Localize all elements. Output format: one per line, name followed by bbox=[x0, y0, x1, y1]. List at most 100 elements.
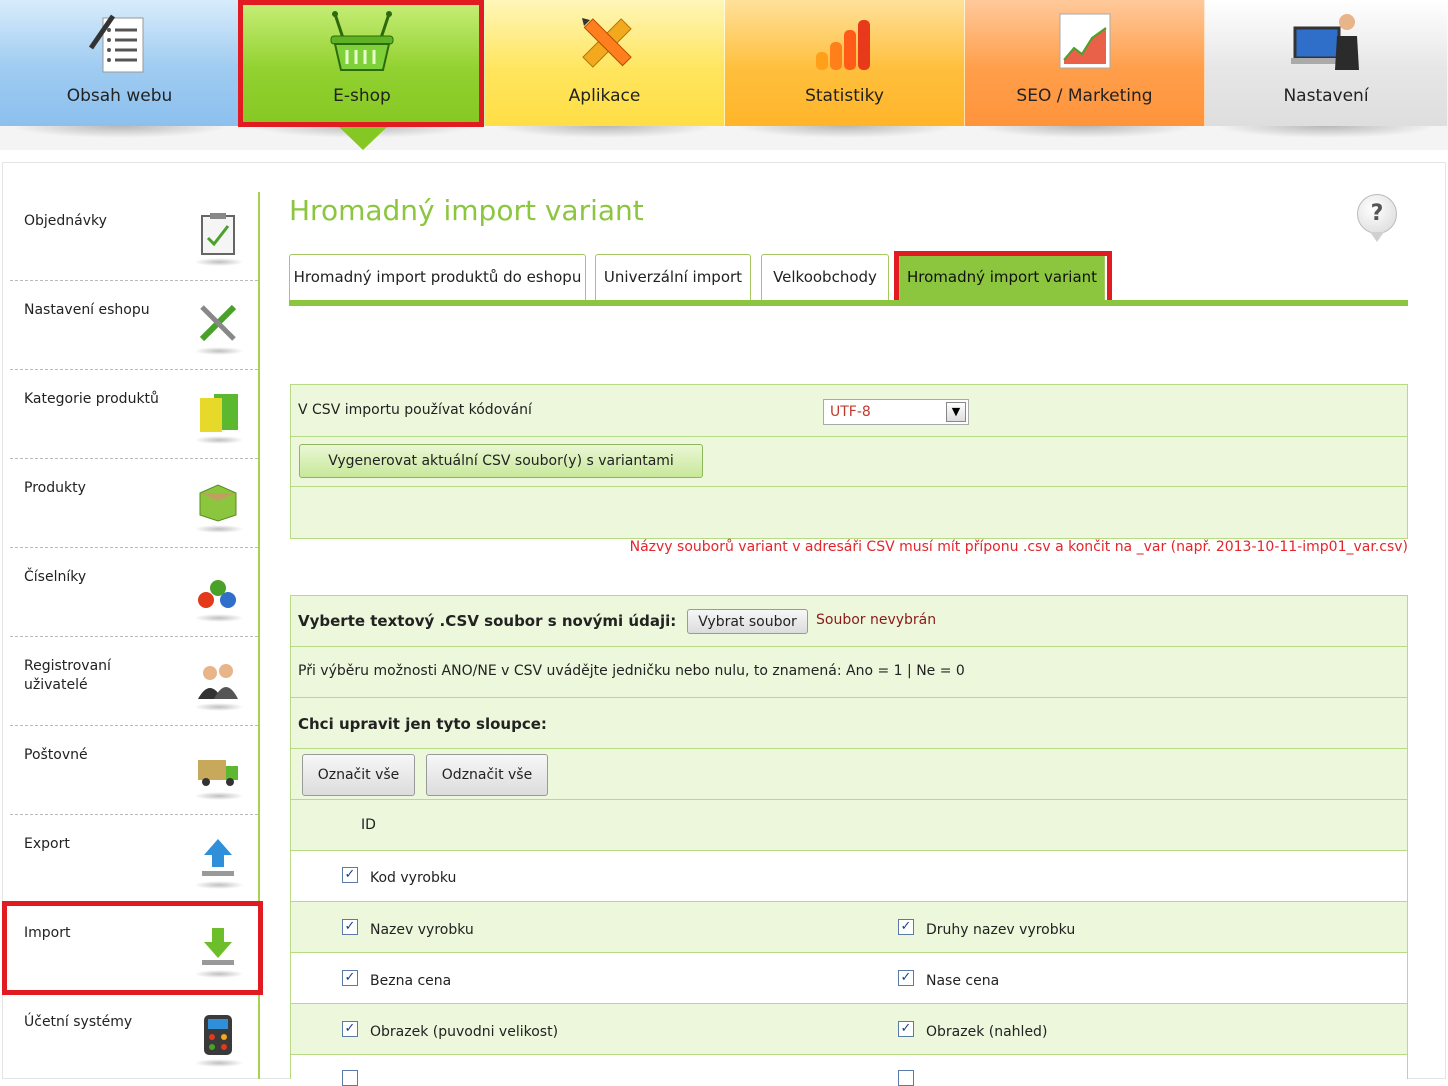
nav-aplikace[interactable]: Aplikace bbox=[485, 0, 725, 138]
nav-obsah-webu[interactable]: Obsah webu bbox=[0, 0, 240, 138]
id-label: ID bbox=[361, 817, 376, 833]
pencil-ruler-icon bbox=[581, 18, 632, 68]
encoding-select[interactable]: UTF-8 ▼ bbox=[823, 399, 969, 425]
truck-icon bbox=[198, 760, 238, 786]
help-icon-tail bbox=[1370, 232, 1384, 242]
chevron-down-icon: ▼ bbox=[946, 402, 966, 422]
icon-shadow bbox=[194, 347, 244, 355]
help-icon[interactable]: ? bbox=[1357, 194, 1397, 234]
shopping-basket-icon bbox=[330, 11, 394, 71]
nav-label: E-shop bbox=[333, 86, 391, 106]
active-nav-arrow bbox=[338, 126, 388, 150]
sidebar-item-label: Import bbox=[24, 925, 71, 941]
icon-shadow bbox=[194, 1059, 244, 1067]
sidebar-item-label: Produkty bbox=[24, 480, 86, 496]
seo-chart-icon bbox=[1059, 13, 1110, 69]
file-status: Soubor nevybrán bbox=[816, 612, 937, 628]
checkbox-kod-vyrobku[interactable]: ✓ bbox=[342, 867, 358, 883]
encoding-value: UTF-8 bbox=[830, 404, 871, 420]
sidebar-item-label: Export bbox=[24, 836, 70, 852]
file-label: Vyberte textový .CSV soubor s novými úda… bbox=[298, 612, 677, 630]
column-row: ✓ Kod vyrobku bbox=[291, 851, 1407, 902]
deselect-all-button[interactable]: Odznačit vše bbox=[426, 754, 548, 796]
sidebar-item-export[interactable]: Export bbox=[10, 815, 258, 904]
checkbox-nazev-vyrobku[interactable]: ✓ bbox=[342, 919, 358, 935]
yesno-hint: Při výběru možnosti ANO/NE v CSV uvádějt… bbox=[298, 663, 965, 679]
tab-univerzalni-import[interactable]: Univerzální import bbox=[595, 254, 751, 300]
column-label: Nazev vyrobku bbox=[370, 922, 474, 938]
select-all-button[interactable]: Označit vše bbox=[302, 754, 415, 796]
checkbox-druhy-nazev[interactable]: ✓ bbox=[898, 919, 914, 935]
icon-shadow bbox=[194, 525, 244, 533]
nav-label: Nastavení bbox=[1283, 86, 1369, 106]
page-title: Hromadný import variant bbox=[289, 194, 644, 227]
nav-shadow bbox=[495, 126, 714, 138]
filename-notice: Názvy souborů variant v adresáři CSV mus… bbox=[629, 539, 1408, 555]
sidebar-item-nastaveni-eshopu[interactable]: Nastavení eshopu bbox=[10, 281, 258, 370]
sidebar-item-ciselniky[interactable]: Číselníky bbox=[10, 548, 258, 637]
sidebar-item-label: Nastavení eshopu bbox=[24, 302, 150, 318]
checkbox-nase-cena[interactable]: ✓ bbox=[898, 970, 914, 986]
columns-label: Chci upravit jen tyto sloupce: bbox=[298, 715, 547, 733]
numbers-icon bbox=[198, 580, 236, 608]
sidebar-item-label: Účetní systémy bbox=[24, 1014, 133, 1030]
sidebar-item-ucetni-systemy[interactable]: Účetní systémy bbox=[10, 993, 258, 1082]
sidebar-item-label: Poštovné bbox=[24, 747, 88, 763]
nav-label: Aplikace bbox=[568, 86, 641, 106]
sidebar-item-import[interactable]: Import bbox=[10, 904, 258, 993]
sidebar-item-produkty[interactable]: Produkty bbox=[10, 459, 258, 548]
file-row: Vyberte textový .CSV soubor s novými úda… bbox=[291, 596, 1407, 647]
nav-shadow bbox=[10, 126, 229, 138]
column-label: Nase cena bbox=[926, 973, 1000, 989]
nav-label: SEO / Marketing bbox=[1016, 86, 1153, 106]
column-label: Bezna cena bbox=[370, 973, 452, 989]
nav-statistiky[interactable]: Statistiky bbox=[725, 0, 965, 138]
tools-icon bbox=[199, 304, 237, 342]
encoding-label: V CSV importu používat kódování bbox=[298, 402, 532, 418]
users-icon bbox=[198, 664, 238, 699]
checkbox-next[interactable] bbox=[898, 1070, 914, 1086]
nav-seo-marketing[interactable]: SEO / Marketing bbox=[965, 0, 1205, 138]
sidebar-item-label: Kategorie produktů bbox=[24, 391, 159, 407]
tab-velkoobchody[interactable]: Velkoobchody bbox=[761, 254, 889, 300]
sidebar-item-kategorie[interactable]: Kategorie produktů bbox=[10, 370, 258, 459]
yesno-row: Při výběru možnosti ANO/NE v CSV uvádějt… bbox=[291, 647, 1407, 698]
bar-chart-icon bbox=[815, 20, 870, 70]
download-icon bbox=[202, 928, 234, 965]
sidebar-item-postovne[interactable]: Poštovné bbox=[10, 726, 258, 815]
checkbox-bezna-cena[interactable]: ✓ bbox=[342, 970, 358, 986]
top-navigation: Obsah webu E-shop Aplikace Statistiky SE… bbox=[0, 0, 1448, 150]
nav-nastaveni[interactable]: Nastavení bbox=[1205, 0, 1448, 138]
boxes-icon bbox=[199, 484, 237, 522]
nav-eshop[interactable]: E-shop bbox=[240, 0, 485, 138]
column-label: Druhy nazev vyrobku bbox=[926, 922, 1076, 938]
nav-label: Statistiky bbox=[805, 86, 884, 106]
column-row: ✓ Nazev vyrobku ✓ Druhy nazev vyrobku bbox=[291, 902, 1407, 953]
choose-file-button[interactable]: Vybrat soubor bbox=[687, 609, 808, 634]
column-label: Obrazek (puvodni velikost) bbox=[370, 1024, 559, 1040]
generate-csv-button[interactable]: Vygenerovat aktuální CSV soubor(y) s var… bbox=[299, 444, 703, 478]
checkbox-obrazek-nahled[interactable]: ✓ bbox=[898, 1021, 914, 1037]
checkbox-next[interactable] bbox=[342, 1070, 358, 1086]
icon-shadow bbox=[194, 436, 244, 444]
checkbox-obrazek-puvodni[interactable]: ✓ bbox=[342, 1021, 358, 1037]
sidebar-item-objednavky[interactable]: Objednávky bbox=[10, 192, 258, 281]
tab-import-variant[interactable]: Hromadný import variant bbox=[899, 254, 1105, 300]
clipboard-icon bbox=[201, 213, 235, 255]
sidebar-item-label: Objednávky bbox=[24, 213, 107, 229]
icon-shadow bbox=[194, 703, 244, 711]
column-row: ✓ Obrazek (puvodni velikost) ✓ Obrazek (… bbox=[291, 1004, 1407, 1055]
column-label: Obrazek (nahled) bbox=[926, 1024, 1048, 1040]
tab-import-produktu[interactable]: Hromadný import produktů do eshopu bbox=[289, 254, 586, 300]
icon-shadow bbox=[194, 970, 244, 978]
icon-shadow bbox=[194, 881, 244, 889]
sidebar-item-uzivatele[interactable]: Registrovaní uživatelé bbox=[10, 637, 258, 726]
upload-icon bbox=[202, 839, 234, 876]
nav-shadow bbox=[1215, 126, 1437, 138]
column-row: ✓ Bezna cena ✓ Nase cena bbox=[291, 953, 1407, 1004]
nav-shadow bbox=[735, 126, 954, 138]
generate-row: Vygenerovat aktuální CSV soubor(y) s var… bbox=[291, 437, 1407, 487]
import-panel: Vyberte textový .CSV soubor s novými úda… bbox=[290, 595, 1408, 1086]
folders-icon bbox=[200, 394, 238, 432]
tab-underline bbox=[289, 300, 1408, 306]
